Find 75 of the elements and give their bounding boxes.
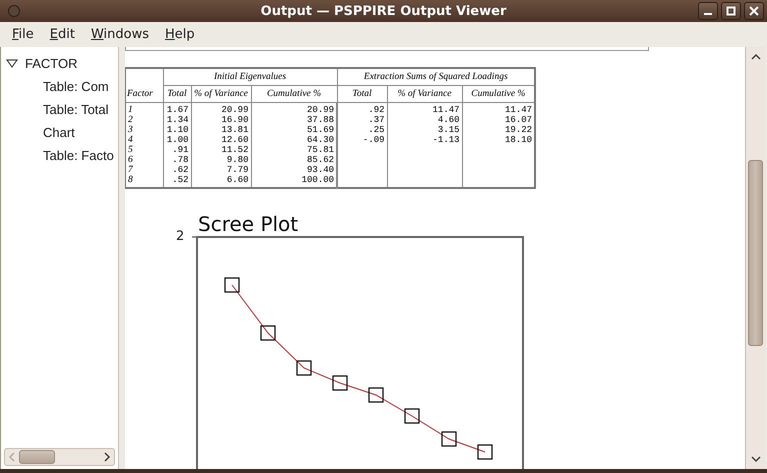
table-cell: 75.81 xyxy=(251,145,338,155)
expander-icon[interactable] xyxy=(6,58,18,68)
table-cell: 16.90 xyxy=(191,115,251,125)
table-cell: 4.60 xyxy=(387,115,462,125)
row-label: 6 xyxy=(125,155,163,165)
table-cell: 16.07 xyxy=(462,115,536,125)
table-cell: .25 xyxy=(337,125,388,135)
column-header: Total xyxy=(337,86,388,102)
horizontal-scrollbar[interactable] xyxy=(4,448,115,466)
tree-item[interactable]: Table: Facto xyxy=(1,144,118,167)
table-cell: 3.15 xyxy=(387,125,462,135)
table-cell: 1.10 xyxy=(163,125,191,135)
row-label: 5 xyxy=(125,145,163,155)
menu-item[interactable]: Help xyxy=(157,27,203,42)
table-cell: .52 xyxy=(163,175,191,188)
scrollbar-thumb[interactable] xyxy=(19,450,55,464)
table-cell: .62 xyxy=(163,165,191,175)
column-header: % of Variance xyxy=(191,86,251,102)
menu-item[interactable]: Edit xyxy=(42,27,83,42)
table-cell: 18.10 xyxy=(462,135,536,145)
group-header: Initial Eigenvalues xyxy=(163,68,338,86)
table-cell: 11.52 xyxy=(191,145,251,155)
table-cell: 9.80 xyxy=(191,155,251,165)
chart-title: Scree Plot xyxy=(198,212,300,236)
table-cell: 13.81 xyxy=(191,125,251,135)
tree-item[interactable]: Chart xyxy=(1,121,118,144)
table-cell: 85.62 xyxy=(251,155,338,165)
tree-item[interactable]: FACTOR xyxy=(25,56,78,71)
table-cell: 11.47 xyxy=(387,102,462,115)
maximize-icon xyxy=(726,6,736,16)
table-cell: .91 xyxy=(163,145,191,155)
vertical-scrollbar[interactable] xyxy=(745,47,765,469)
table-cell: -1.13 xyxy=(387,135,462,145)
minimize-button[interactable] xyxy=(698,2,718,20)
column-header: % of Variance xyxy=(387,86,462,102)
close-button[interactable] xyxy=(744,2,764,20)
row-label: 1 xyxy=(125,102,163,115)
table-cell: 11.47 xyxy=(462,102,536,115)
table-cell: -.09 xyxy=(337,135,388,145)
table-cell: 93.40 xyxy=(251,165,338,175)
tree-item[interactable]: Table: Total xyxy=(1,98,118,121)
column-header: Cumulative % xyxy=(251,86,338,102)
table-cell: 12.60 xyxy=(191,135,251,145)
tick-mark xyxy=(192,236,198,238)
table-cell: 37.88 xyxy=(251,115,338,125)
table-cell: 100.00 xyxy=(251,175,338,188)
window-title: Output — PSPPIRE Output Viewer xyxy=(260,4,506,18)
minimize-icon xyxy=(704,13,712,15)
table-cell: 7.79 xyxy=(191,165,251,175)
close-icon xyxy=(749,6,759,16)
column-header: Total xyxy=(163,86,191,102)
column-header: Factor xyxy=(125,86,163,102)
table-cell: 20.99 xyxy=(191,102,251,115)
table-cell: 64.30 xyxy=(251,135,338,145)
axis-tick-label: 2 xyxy=(176,230,186,243)
menu-item[interactable]: Windows xyxy=(82,27,158,42)
table-cell: 1.00 xyxy=(163,135,191,145)
row-label: 7 xyxy=(125,165,163,175)
table-cell: 6.60 xyxy=(191,175,251,188)
table-cell: 19.22 xyxy=(462,125,536,135)
row-label: 4 xyxy=(125,135,163,145)
table-cell: 20.99 xyxy=(251,102,338,115)
row-label: 2 xyxy=(125,115,163,125)
table-cell: 1.67 xyxy=(163,102,191,115)
table-cell: .37 xyxy=(337,115,388,125)
menu-item[interactable]: File xyxy=(4,27,42,42)
scrollbar-thumb[interactable] xyxy=(748,160,763,346)
row-label: 8 xyxy=(125,175,163,188)
table-cell: .78 xyxy=(163,155,191,165)
maximize-button[interactable] xyxy=(721,2,741,20)
table-cell: .92 xyxy=(337,102,388,115)
row-label: 3 xyxy=(125,125,163,135)
table-cell: 1.34 xyxy=(163,115,191,125)
table-cell: 51.69 xyxy=(251,125,338,135)
tree-item[interactable]: Table: Com xyxy=(1,75,118,98)
